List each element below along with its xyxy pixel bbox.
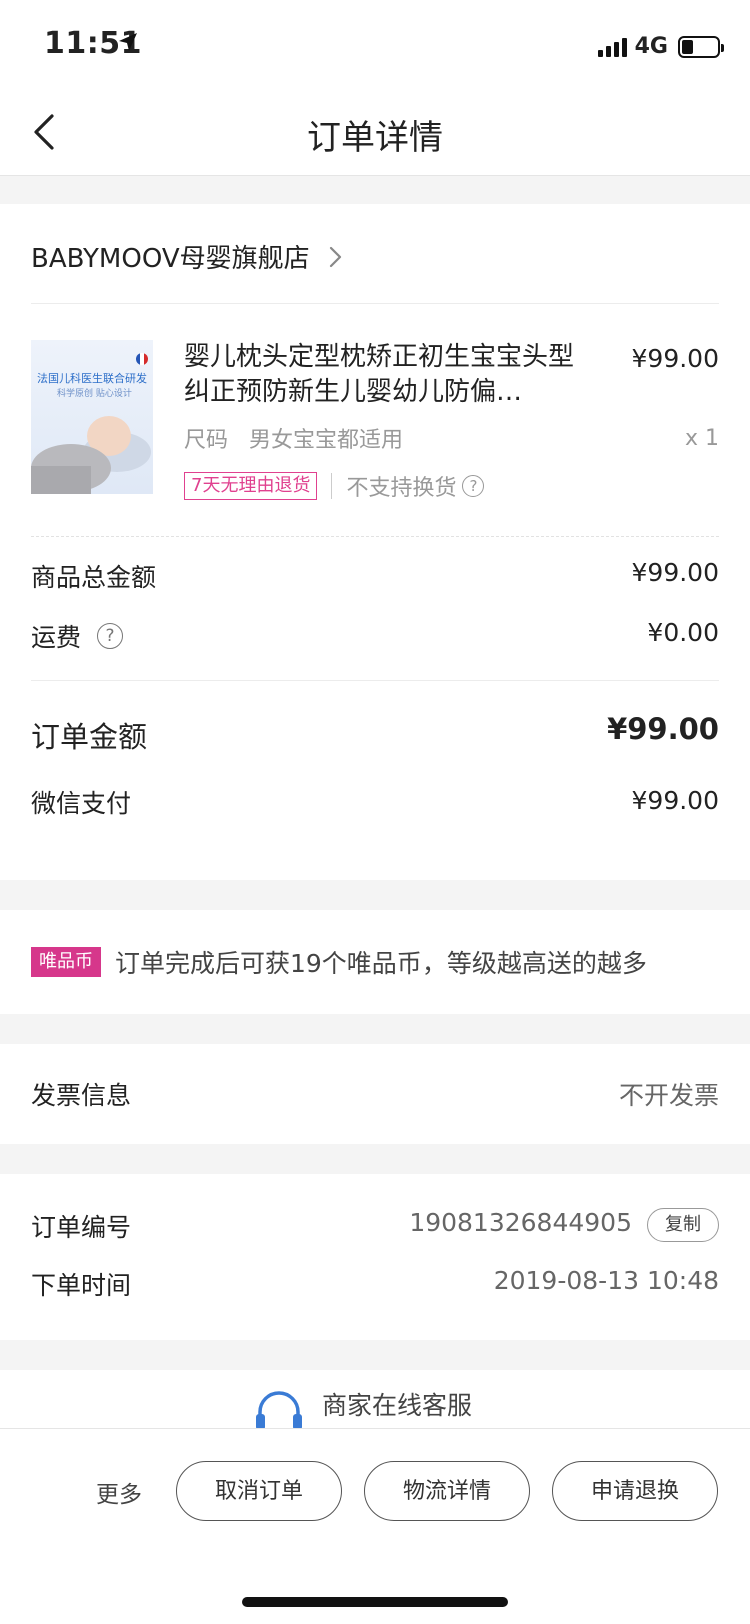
signal-icon: [597, 37, 627, 57]
status-indicators: 4G: [597, 34, 724, 59]
freight-value: ¥0.00: [647, 618, 719, 647]
order-info-section: 订单编号 19081326844905 复制 下单时间 2019-08-13 1…: [0, 1174, 750, 1340]
freight-label: 运费: [31, 623, 82, 652]
return-policy-tag: 7天无理由退货: [184, 472, 318, 500]
coins-section: 唯品币 订单完成后可获19个唯品币，等级越高送的越多: [0, 910, 750, 1014]
divider: [31, 303, 719, 304]
product-price: ¥99.00: [631, 344, 719, 373]
customer-service-label: 商家在线客服: [322, 1391, 473, 1420]
customer-service-link[interactable]: 商家在线客服: [254, 1386, 472, 1430]
invoice-value: 不开发票: [618, 1081, 719, 1110]
product-image[interactable]: 法国儿科医生联合研发 科学原创 贴心设计: [31, 340, 153, 494]
freight-help-icon[interactable]: ?: [97, 623, 124, 649]
help-icon: ?: [462, 475, 485, 497]
product-quantity: x 1: [684, 426, 719, 451]
service-tags: 7天无理由退货 不支持换货 ?: [184, 470, 485, 502]
customer-service-section[interactable]: 商家在线客服: [0, 1370, 750, 1430]
dashed-divider: [31, 536, 719, 537]
baby-pillow-illustration: [31, 416, 151, 494]
order-section: BABYMOOV母婴旗舰店 法国儿科医生联合研发 科学原创 贴心设计 婴儿枕头定…: [0, 204, 750, 880]
tag-separator: [331, 473, 333, 499]
order-number-label: 订单编号: [31, 1213, 132, 1242]
subtotal-value: ¥99.00: [631, 558, 719, 587]
payment-method-label: 微信支付: [31, 789, 132, 818]
bottom-action-bar: 更多 取消订单 物流详情 申请退换: [0, 1428, 750, 1624]
order-total-label: 订单金额: [31, 720, 148, 754]
product-title[interactable]: 婴儿枕头定型枕矫正初生宝宝头型纠正预防新生儿婴幼儿防偏…: [184, 340, 584, 410]
payment-amount: ¥99.00: [631, 786, 719, 815]
request-refund-button[interactable]: 申请退换: [552, 1461, 718, 1521]
no-exchange-label: 不支持换货: [346, 476, 457, 501]
divider: [31, 680, 719, 681]
network-type: 4G: [634, 34, 668, 59]
no-exchange-tag[interactable]: 不支持换货 ?: [346, 470, 485, 502]
status-bar: 11:51 4G: [0, 0, 750, 88]
coin-description: 订单完成后可获19个唯品币，等级越高送的越多: [115, 949, 647, 978]
product-spec: 尺码 男女宝宝都适用: [184, 422, 403, 454]
invoice-section[interactable]: 发票信息 不开发票: [0, 1044, 750, 1144]
copy-button[interactable]: 复制: [647, 1208, 719, 1242]
spec-label: 尺码: [184, 428, 229, 453]
store-link[interactable]: BABYMOOV母婴旗舰店: [31, 238, 344, 275]
subtotal-label: 商品总金额: [31, 563, 157, 592]
invoice-label: 发票信息: [31, 1081, 132, 1110]
page-title: 订单详情: [307, 118, 443, 158]
spec-value: 男女宝宝都适用: [249, 428, 404, 453]
order-time-label: 下单时间: [31, 1271, 132, 1300]
order-time-value: 2019-08-13 10:48: [493, 1266, 719, 1295]
coin-badge: 唯品币: [31, 947, 101, 977]
headset-icon: [256, 1391, 302, 1430]
cancel-order-button[interactable]: 取消订单: [176, 1461, 342, 1521]
home-indicator: [242, 1597, 508, 1607]
location-arrow-icon: [119, 33, 137, 51]
logistics-details-button[interactable]: 物流详情: [364, 1461, 530, 1521]
coins-row: 唯品币 订单完成后可获19个唯品币，等级越高送的越多: [31, 944, 647, 980]
order-total-value: ¥99.00: [607, 712, 719, 746]
freight-row: 运费 ?: [31, 618, 124, 654]
more-button[interactable]: 更多: [96, 1475, 142, 1509]
order-number-value: 19081326844905: [409, 1208, 632, 1237]
nav-bar: 订单详情: [0, 88, 750, 176]
store-name: BABYMOOV母婴旗舰店: [31, 244, 310, 274]
chevron-right-icon: [329, 246, 341, 267]
battery-icon: [678, 35, 724, 58]
